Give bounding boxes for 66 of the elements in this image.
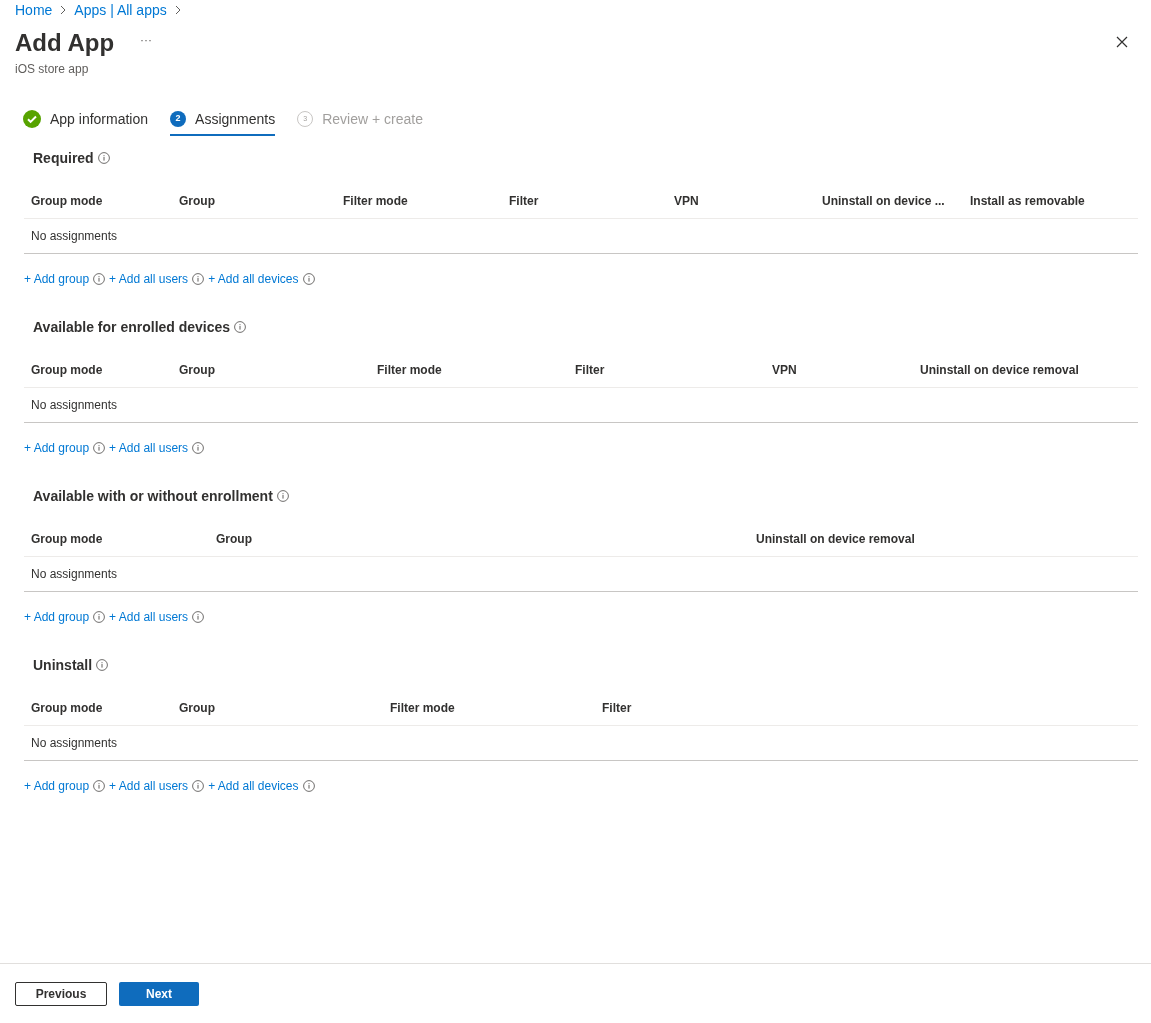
column-header: Group mode <box>31 192 104 210</box>
column-header: Filter <box>602 699 633 717</box>
column-header: Group <box>179 361 216 379</box>
column-header: Group <box>179 699 216 717</box>
column-header: Install as removable <box>970 192 1086 210</box>
wizard-step-tab[interactable]: 2 Assignments <box>170 104 276 136</box>
column-header: VPN <box>772 361 798 379</box>
info-icon <box>192 780 205 792</box>
page-subtitle: iOS store app <box>15 61 90 78</box>
info-icon <box>93 442 106 454</box>
column-header: VPN <box>674 192 700 210</box>
add-link[interactable]: + Add all devices <box>208 777 299 795</box>
info-icon <box>192 442 205 454</box>
close-icon[interactable] <box>1116 36 1128 48</box>
column-header: Group <box>179 192 216 210</box>
add-link[interactable]: + Add group <box>24 608 90 626</box>
breadcrumb-link[interactable]: Home <box>15 0 53 21</box>
empty-message: No assignments <box>31 735 118 752</box>
add-link[interactable]: + Add all users <box>109 270 189 288</box>
column-header: Filter <box>509 192 540 210</box>
section-title: Uninstall <box>33 655 93 675</box>
page-title: Add App <box>15 28 115 58</box>
info-icon <box>276 490 289 502</box>
add-link[interactable]: + Add all devices <box>208 270 299 288</box>
add-link[interactable]: + Add all users <box>109 439 189 457</box>
column-header: Filter mode <box>343 192 409 210</box>
previous-button[interactable]: Previous <box>15 981 107 1006</box>
column-header: Filter mode <box>377 361 443 379</box>
column-header: Uninstall on device removal <box>756 530 916 548</box>
column-header: Group mode <box>31 699 104 717</box>
wizard-step-tab[interactable]: App information <box>23 104 149 136</box>
section-title: Required <box>33 148 94 168</box>
section-title: Available with or without enrollment <box>33 486 273 506</box>
add-link[interactable]: + Add group <box>24 777 90 795</box>
info-icon <box>93 611 106 623</box>
empty-message: No assignments <box>31 566 118 583</box>
column-header: Uninstall on device removal <box>920 361 1080 379</box>
chevron-right-icon <box>174 5 181 15</box>
info-icon <box>234 321 247 333</box>
info-icon <box>97 152 110 164</box>
column-header: Group mode <box>31 361 104 379</box>
add-link[interactable]: + Add group <box>24 439 90 457</box>
breadcrumb-link[interactable]: Apps | All apps <box>74 0 167 21</box>
info-icon <box>96 659 109 671</box>
info-icon <box>93 780 106 792</box>
add-link[interactable]: + Add group <box>24 270 90 288</box>
step-number: 2 <box>170 111 187 127</box>
column-header: Filter mode <box>390 699 456 717</box>
next-button[interactable]: Next <box>119 981 199 1006</box>
info-icon <box>302 273 315 285</box>
column-header: Group <box>216 530 253 548</box>
info-icon <box>302 780 315 792</box>
add-link[interactable]: + Add all users <box>109 608 189 626</box>
column-header: Group mode <box>31 530 104 548</box>
column-header: Filter <box>575 361 606 379</box>
empty-message: No assignments <box>31 228 118 245</box>
info-icon <box>93 273 106 285</box>
check-circle-icon <box>23 110 41 128</box>
info-icon <box>192 611 205 623</box>
column-header: Uninstall on device ... <box>822 192 946 210</box>
empty-message: No assignments <box>31 397 118 414</box>
more-button[interactable]: ··· <box>140 31 153 49</box>
add-link[interactable]: + Add all users <box>109 777 189 795</box>
section-title: Available for enrolled devices <box>33 317 231 337</box>
info-icon <box>192 273 205 285</box>
chevron-right-icon <box>60 5 67 15</box>
